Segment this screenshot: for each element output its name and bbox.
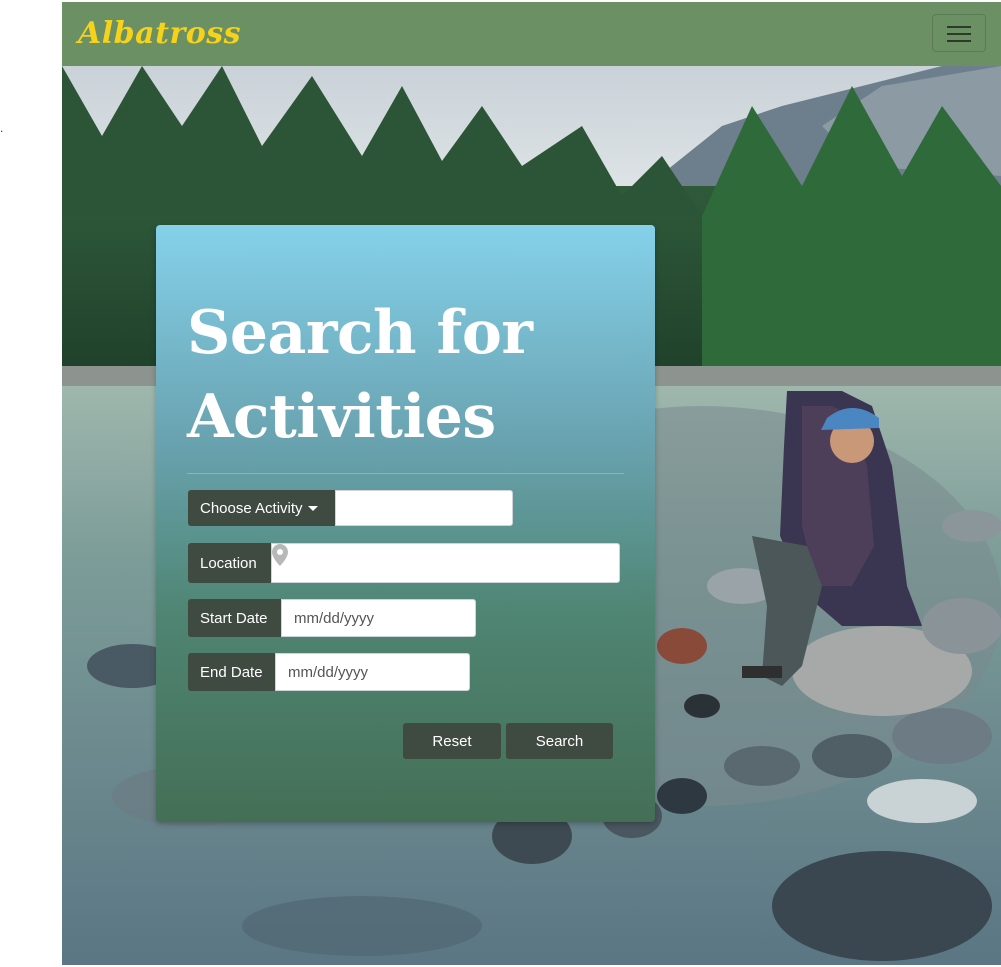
start-date-input[interactable]: mm/dd/yyyy bbox=[281, 599, 476, 637]
search-button[interactable]: Search bbox=[506, 723, 613, 759]
activity-input-group: Choose Activity bbox=[188, 490, 513, 526]
location-input-group: Location bbox=[188, 543, 620, 583]
menu-toggle-button[interactable] bbox=[932, 14, 986, 52]
end-date-label: End Date bbox=[188, 653, 275, 691]
title-line-2: Activities bbox=[187, 382, 496, 452]
activity-input[interactable] bbox=[335, 490, 513, 526]
divider bbox=[187, 473, 624, 474]
map-pin-icon bbox=[272, 544, 288, 566]
hero-background: Search for Activities Choose Activity Lo… bbox=[62, 66, 1001, 965]
reset-button[interactable]: Reset bbox=[403, 723, 501, 759]
app-frame: Albatross Search for Activities Choose A… bbox=[62, 2, 1001, 965]
search-panel: Search for Activities Choose Activity Lo… bbox=[156, 225, 655, 822]
caret-down-icon bbox=[307, 505, 318, 511]
hamburger-icon bbox=[947, 26, 971, 28]
location-label: Location bbox=[188, 543, 271, 583]
start-date-label: Start Date bbox=[188, 599, 281, 637]
brand-logo[interactable]: Albatross bbox=[78, 16, 241, 51]
title-line-1: Search for bbox=[187, 298, 533, 368]
location-input[interactable] bbox=[271, 543, 620, 583]
start-date-input-group: Start Date mm/dd/yyyy bbox=[188, 599, 476, 637]
navbar: Albatross bbox=[62, 2, 1001, 66]
end-date-input-group: End Date mm/dd/yyyy bbox=[188, 653, 470, 691]
choose-activity-label: Choose Activity bbox=[200, 499, 303, 517]
end-date-input[interactable]: mm/dd/yyyy bbox=[275, 653, 470, 691]
page-title: Search for Activities bbox=[187, 291, 533, 459]
choose-activity-dropdown[interactable]: Choose Activity bbox=[188, 490, 335, 526]
stray-mark: . bbox=[0, 121, 4, 135]
